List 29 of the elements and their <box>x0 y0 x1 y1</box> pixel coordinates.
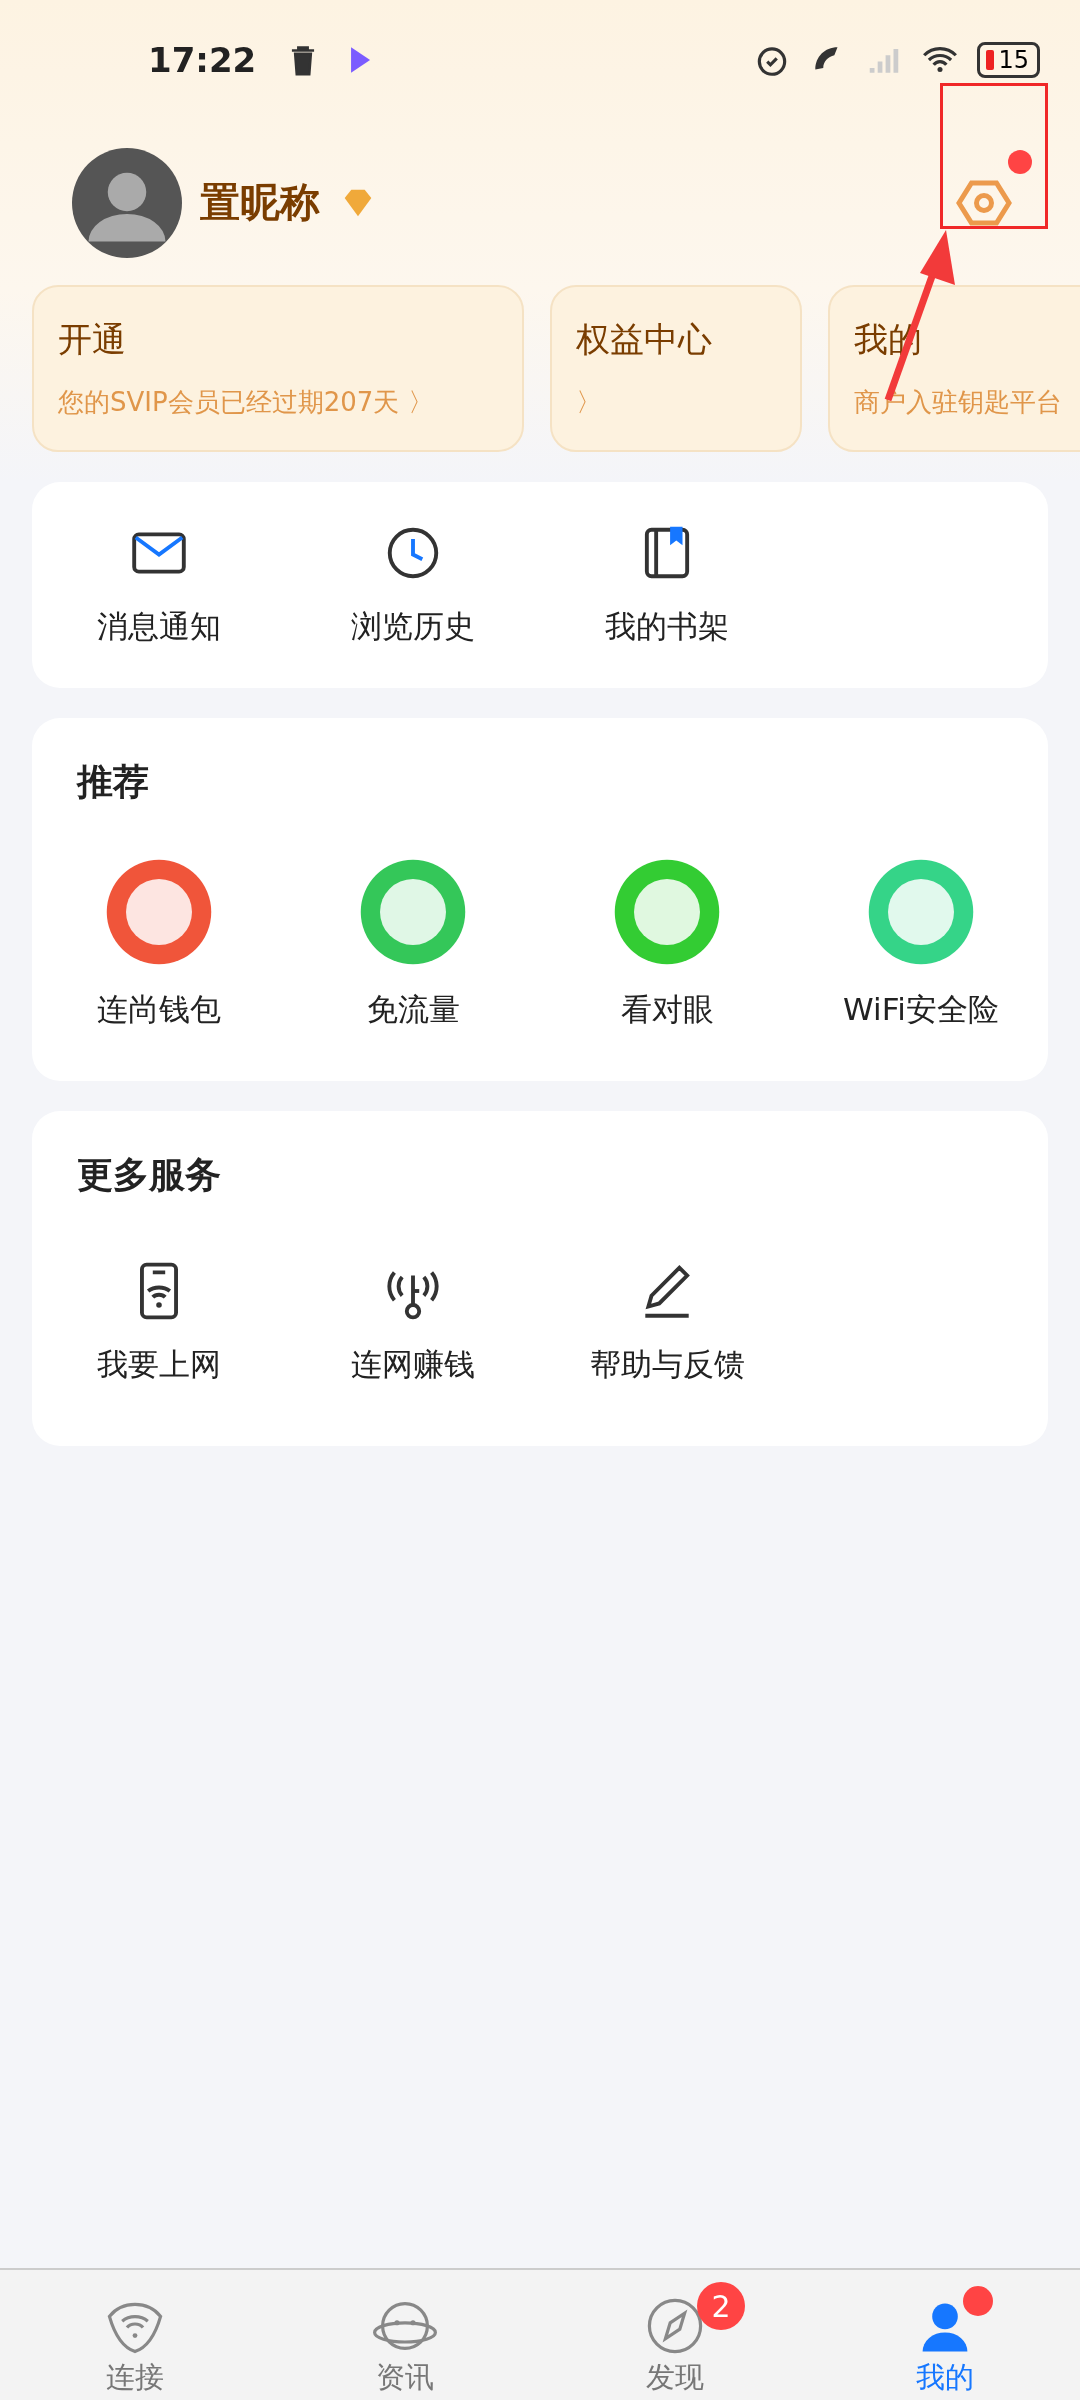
member-card[interactable]: 权益中心 〉 <box>550 285 802 452</box>
notification-dot <box>1008 150 1032 174</box>
app-label[interactable]: WiFi安全险 <box>843 989 999 1031</box>
nav-tab[interactable]: 2 发现 <box>540 2270 810 2400</box>
app-label[interactable]: 连尚钱包 <box>97 989 221 1031</box>
card-subtitle: 您的SVIP会员已经过期207天 〉 <box>58 386 435 419</box>
app-label[interactable]: 免流量 <box>366 989 460 1031</box>
app-label[interactable]: 看对眼 <box>620 989 714 1031</box>
service-label[interactable]: 我要上网 <box>97 1344 221 1386</box>
card-title: 权益中心 <box>576 318 713 361</box>
shortcut-label[interactable]: 消息通知 <box>97 606 221 648</box>
battery-indicator: 15 <box>977 42 1040 78</box>
shortcut-label[interactable]: 浏览历史 <box>351 606 475 648</box>
status-time: 17:22 <box>148 40 257 80</box>
service-label[interactable]: 帮助与反馈 <box>589 1344 745 1386</box>
count-badge: 2 <box>697 2282 745 2330</box>
nav-tab[interactable]: 资讯 <box>270 2270 540 2400</box>
nav-tab[interactable]: 连接 <box>0 2270 270 2400</box>
section-title: 推荐 <box>77 760 150 804</box>
avatar-icon <box>72 147 182 258</box>
nav-tab[interactable]: 我的 <box>810 2270 1080 2400</box>
nickname[interactable]: 置昵称 <box>200 175 320 230</box>
service-label[interactable]: 连网赚钱 <box>351 1344 475 1386</box>
app-icon[interactable] <box>104 857 214 967</box>
card-subtitle: 〉 <box>576 386 603 419</box>
section-title: 更多服务 <box>77 1153 222 1197</box>
card-title: 开通 <box>58 318 127 361</box>
member-card[interactable]: 开通 您的SVIP会员已经过期207天 〉 <box>32 285 524 452</box>
shortcut-label[interactable]: 我的书架 <box>605 606 729 648</box>
